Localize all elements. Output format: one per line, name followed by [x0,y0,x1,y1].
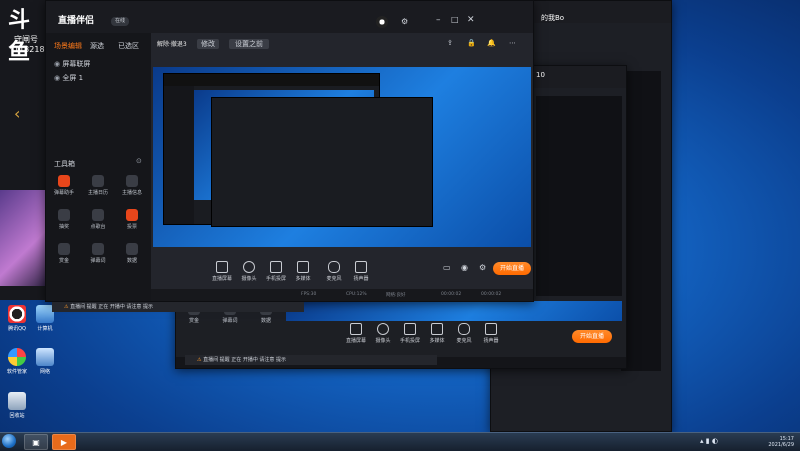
tab-source[interactable]: 源选 [90,41,104,51]
desktop-icon-network[interactable]: 网络 [30,348,60,375]
tool-item[interactable]: 抽奖 [54,209,74,230]
main-area: 解除·撤退3 修改 设置之前 ⇪ 🔒 🔔 ⋯ 直播屏幕 摄像头 手机投屏 多媒体… [151,33,533,301]
start-button[interactable] [2,434,16,448]
user-label: 守闸号 [14,35,38,44]
scene-title: 解除·撤退3 [157,41,187,48]
software-manager-icon [8,348,26,366]
tool-item[interactable]: 弹幕词 [88,243,108,264]
recycle-bin-icon [8,392,26,410]
notice-strip: ⚠ 直播间 提醒 正在 开播中 请注意 提示 [52,302,304,312]
second-controls: 直播屏幕 摄像头 手机投屏 多媒体 麦克风 扬声器 [345,323,515,345]
taskbar [0,432,800,451]
tab-selected[interactable]: 已选区 [118,41,139,51]
tray-icons: ▴ ▮ ◐ [700,437,718,445]
main-window: 直播伴侣 在线 ⚙ – □ ✕ 场景编辑 源选 已选区 ◉ 屏幕联屏 ◉ 全屏 … [45,0,534,302]
speaker-icon[interactable]: 扬声器 [350,261,372,282]
taskbar-douyu[interactable]: ▣ [24,434,48,450]
desktop-icon-software[interactable]: 软件管家 [2,348,32,375]
media-icon[interactable]: 多媒体 [426,323,448,344]
time-status-2: 00:00:02 [481,292,502,297]
promo-banner [0,190,48,286]
time-status: 00:00:02 [441,292,462,297]
share-icon[interactable]: ⇪ [447,39,453,47]
mic-icon[interactable]: 麦克风 [323,261,345,282]
screen-icon[interactable]: 直播屏幕 [345,323,367,344]
toolbox-settings-icon[interactable]: ⊙ [136,157,142,165]
app-title: 直播伴侣 [58,16,95,26]
source-item[interactable]: ◉ 全屏 1 [54,73,83,83]
status-badge: 在线 [111,17,130,26]
taskbar-app[interactable]: ▶ [52,434,76,450]
notice-strip-2: ⚠ 直播间 提醒 正在 开播中 请注意 提示 [185,355,437,365]
speaker-icon[interactable]: 扬声器 [480,323,502,344]
status-bar: FPS:30 CPU:12% 网络:良好 00:00:02 00:00:02 [151,289,533,301]
background-window-strip: 斗鱼 守闸号 1132181 ‹ [0,0,50,300]
left-sidebar: 场景编辑 源选 已选区 ◉ 屏幕联屏 ◉ 全屏 1 工具箱 ⊙ 弹幕助手 主播日… [46,33,151,301]
scene-badge[interactable]: 修改 [197,39,219,49]
source-item[interactable]: ◉ 屏幕联屏 [54,59,90,69]
camera-icon[interactable]: 摄像头 [372,323,394,344]
network-icon [36,348,54,366]
chevron-left-icon[interactable]: ‹ [14,104,20,123]
qq-icon [8,305,26,323]
settings-icon[interactable]: ⚙ [401,17,408,26]
viewer-name: 的我Bo [541,14,565,22]
tool-item[interactable]: 主播日历 [88,175,108,196]
more-icon[interactable]: ⋯ [509,39,516,47]
fps-status: FPS:30 [301,292,317,297]
screen-icon[interactable]: 直播屏幕 [211,261,233,282]
net-status: 网络:良好 [386,293,406,298]
clock[interactable]: 15:17 2021/6/29 [750,436,794,448]
desktop-icon-qq[interactable]: 腾讯QQ [2,305,32,332]
toolbox-title: 工具箱 [54,160,75,168]
minimize-icon[interactable]: – [436,15,441,25]
bell-icon[interactable]: 🔔 [487,39,496,47]
start-live-button-2[interactable]: 开始直播 [572,330,612,343]
tool-item[interactable]: 弹幕助手 [54,175,74,196]
tool-item[interactable]: 赏金 [54,243,74,264]
tool-item[interactable]: 数据 [122,243,142,264]
nav-tabs: 场景编辑 源选 已选区 [54,41,149,51]
eye-icon[interactable]: ◉ [461,263,468,272]
close-icon[interactable]: ✕ [467,15,475,25]
media-icon[interactable]: 多媒体 [292,261,314,282]
tool-item[interactable]: 点歌台 [88,209,108,230]
tool-item[interactable]: 投票 [122,209,142,230]
title-bar: 直播伴侣 在线 ⚙ – □ ✕ [46,1,533,33]
maximize-icon[interactable]: □ [451,15,459,24]
gear-icon[interactable]: ⚙ [479,263,486,272]
cpu-status: CPU:12% [346,292,367,297]
preview-controls: 直播屏幕 摄像头 手机投屏 多媒体 麦克风 扬声器 ▭ ◉ ⚙ 开始直播 [211,261,531,283]
tool-item[interactable]: 主播信息 [122,175,142,196]
mic-icon[interactable]: 麦克风 [453,323,475,344]
desktop-icon-recycle-bin[interactable]: 回收站 [2,392,32,419]
phone-icon[interactable]: 手机投屏 [399,323,421,344]
record-icon[interactable]: ▭ [443,263,451,272]
avatar[interactable] [376,16,388,28]
preview-canvas[interactable] [153,67,531,247]
nested-preview-side [211,97,433,227]
lock-icon[interactable]: 🔒 [467,39,476,47]
camera-icon[interactable]: 摄像头 [238,261,260,282]
tab-scene[interactable]: 场景编辑 [54,41,82,51]
phone-icon[interactable]: 手机投屏 [265,261,287,282]
level-badge-2: 10 [536,71,545,79]
start-live-button[interactable]: 开始直播 [493,262,531,275]
scene-header: 解除·撤退3 修改 设置之前 ⇪ 🔒 🔔 ⋯ [157,39,527,49]
scene-link[interactable]: 设置之前 [229,39,269,49]
